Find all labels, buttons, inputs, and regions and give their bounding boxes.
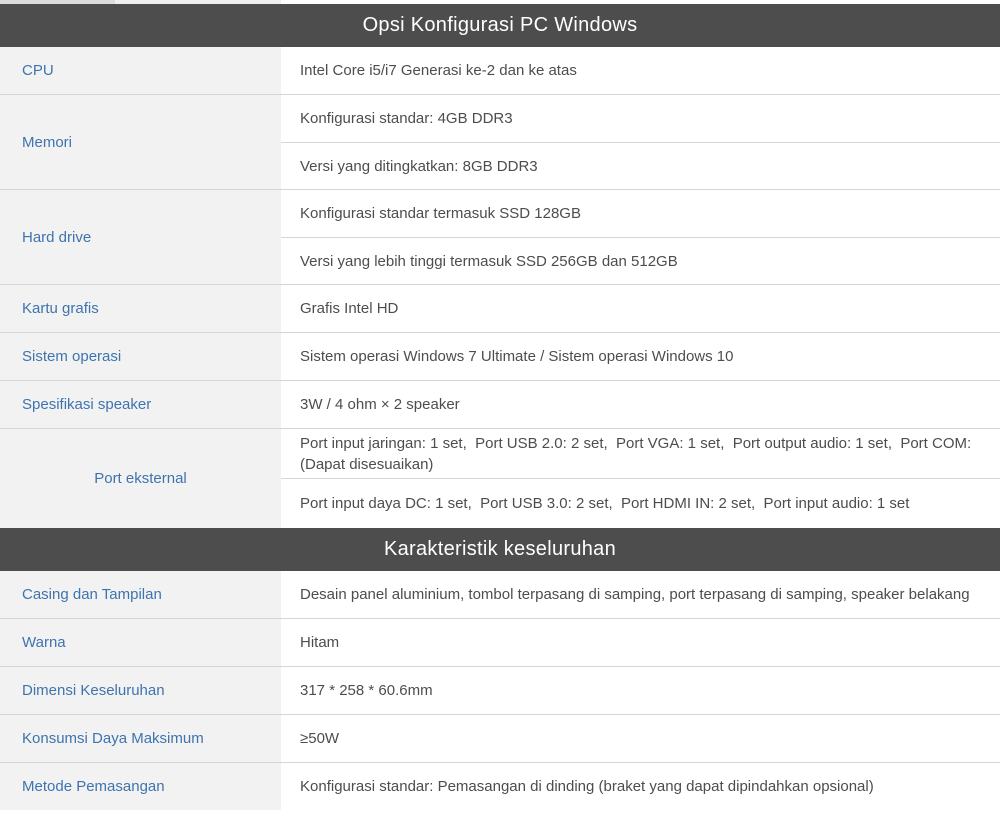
- spec-sheet: Opsi Konfigurasi PC Windows CPU Intel Co…: [0, 0, 1000, 817]
- spec-row-spesifikasi-speaker: Spesifikasi speaker 3W / 4 ohm × 2 speak…: [0, 380, 1000, 428]
- spec-label: Kartu grafis: [0, 285, 281, 332]
- spec-value: Intel Core i5/i7 Generasi ke-2 dan ke at…: [281, 47, 1000, 94]
- spec-value: ≥50W: [281, 715, 1000, 762]
- spec-row-konsumsi-daya: Konsumsi Daya Maksimum ≥50W: [0, 714, 1000, 762]
- spec-label: Sistem operasi: [0, 333, 281, 380]
- spec-values: 3W / 4 ohm × 2 speaker: [281, 381, 1000, 428]
- spec-row-casing: Casing dan Tampilan Desain panel alumini…: [0, 571, 1000, 618]
- spec-label: Spesifikasi speaker: [0, 381, 281, 428]
- spec-value: Port input jaringan: 1 set, Port USB 2.0…: [281, 429, 1000, 478]
- spec-value: Konfigurasi standar termasuk SSD 128GB: [281, 190, 1000, 237]
- spec-value: Desain panel aluminium, tombol terpasang…: [281, 571, 1000, 618]
- spec-value: Sistem operasi Windows 7 Ultimate / Sist…: [281, 333, 1000, 380]
- cropped-row-sliver-right: [281, 0, 1000, 4]
- spec-values: Konfigurasi standar termasuk SSD 128GB V…: [281, 190, 1000, 284]
- spec-value: Konfigurasi standar: 4GB DDR3: [281, 95, 1000, 142]
- spec-value: Grafis Intel HD: [281, 285, 1000, 332]
- spec-row-cpu: CPU Intel Core i5/i7 Generasi ke-2 dan k…: [0, 47, 1000, 94]
- spec-values: Grafis Intel HD: [281, 285, 1000, 332]
- spec-values: Port input jaringan: 1 set, Port USB 2.0…: [281, 429, 1000, 528]
- spec-values: ≥50W: [281, 715, 1000, 762]
- spec-row-metode-pemasangan: Metode Pemasangan Konfigurasi standar: P…: [0, 762, 1000, 810]
- spec-value: Hitam: [281, 619, 1000, 666]
- spec-label: Hard drive: [0, 190, 281, 284]
- section-title: Karakteristik keseluruhan: [384, 538, 616, 561]
- spec-value: 3W / 4 ohm × 2 speaker: [281, 381, 1000, 428]
- spec-value: Port input daya DC: 1 set, Port USB 3.0:…: [281, 478, 1000, 528]
- cropped-row-sliver: [0, 0, 1000, 4]
- spec-values: Intel Core i5/i7 Generasi ke-2 dan ke at…: [281, 47, 1000, 94]
- spec-label: Konsumsi Daya Maksimum: [0, 715, 281, 762]
- spec-values: 317 * 258 * 60.6mm: [281, 667, 1000, 714]
- spec-label: Memori: [0, 95, 281, 189]
- spec-row-sistem-operasi: Sistem operasi Sistem operasi Windows 7 …: [0, 332, 1000, 380]
- spec-label: Casing dan Tampilan: [0, 571, 281, 618]
- section-header-konfigurasi: Opsi Konfigurasi PC Windows: [0, 4, 1000, 47]
- spec-label: Port eksternal: [0, 429, 281, 528]
- spec-label: Metode Pemasangan: [0, 763, 281, 810]
- spec-values: Konfigurasi standar: 4GB DDR3 Versi yang…: [281, 95, 1000, 189]
- spec-values: Hitam: [281, 619, 1000, 666]
- spec-row-hard-drive: Hard drive Konfigurasi standar termasuk …: [0, 189, 1000, 284]
- section-title: Opsi Konfigurasi PC Windows: [363, 14, 638, 37]
- spec-label: Warna: [0, 619, 281, 666]
- spec-values: Desain panel aluminium, tombol terpasang…: [281, 571, 1000, 618]
- spec-values: Sistem operasi Windows 7 Ultimate / Sist…: [281, 333, 1000, 380]
- spec-value: Versi yang ditingkatkan: 8GB DDR3: [281, 142, 1000, 189]
- spec-row-memori: Memori Konfigurasi standar: 4GB DDR3 Ver…: [0, 94, 1000, 189]
- spec-row-kartu-grafis: Kartu grafis Grafis Intel HD: [0, 284, 1000, 332]
- spec-value: 317 * 258 * 60.6mm: [281, 667, 1000, 714]
- spec-value: Versi yang lebih tinggi termasuk SSD 256…: [281, 237, 1000, 284]
- cropped-row-sliver-mid: [115, 0, 281, 4]
- spec-row-dimensi: Dimensi Keseluruhan 317 * 258 * 60.6mm: [0, 666, 1000, 714]
- section-header-karakteristik: Karakteristik keseluruhan: [0, 528, 1000, 571]
- spec-row-warna: Warna Hitam: [0, 618, 1000, 666]
- spec-value: Konfigurasi standar: Pemasangan di dindi…: [281, 763, 1000, 810]
- spec-label: CPU: [0, 47, 281, 94]
- spec-label: Dimensi Keseluruhan: [0, 667, 281, 714]
- spec-values: Konfigurasi standar: Pemasangan di dindi…: [281, 763, 1000, 810]
- spec-row-port-eksternal: Port eksternal Port input jaringan: 1 se…: [0, 428, 1000, 528]
- cropped-row-sliver-left: [0, 0, 115, 4]
